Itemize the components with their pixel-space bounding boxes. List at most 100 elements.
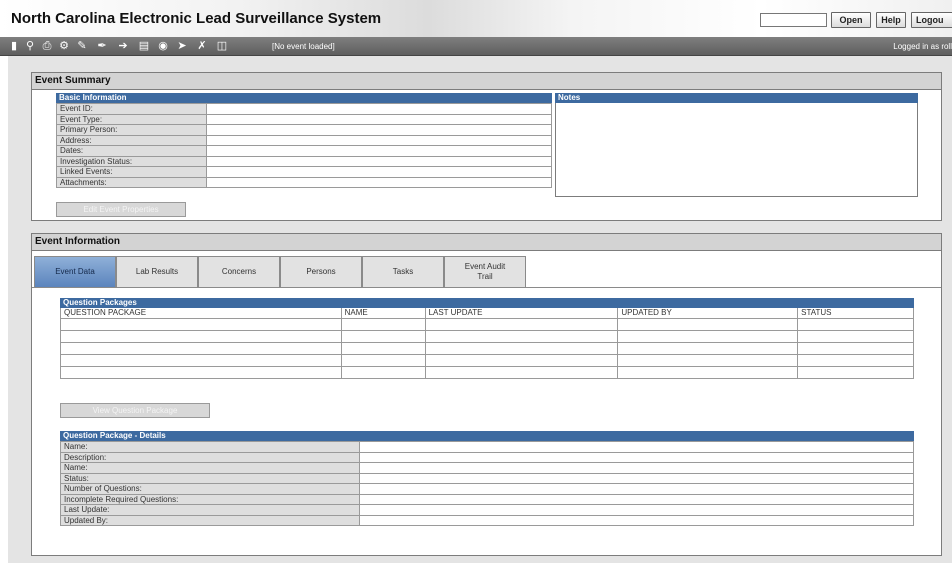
tools-icon[interactable]: ✗ xyxy=(196,40,208,52)
table-cell xyxy=(617,341,799,355)
tab-divider xyxy=(32,287,941,288)
event-id-input[interactable] xyxy=(760,13,827,27)
trash-icon[interactable]: ◫ xyxy=(216,40,228,52)
column-header[interactable]: UPDATED BY xyxy=(617,308,799,319)
event-information-title: Event Information xyxy=(32,234,941,251)
settings-icon[interactable]: ⚙ xyxy=(58,40,70,52)
field-label: Linked Events: xyxy=(56,166,207,178)
field-value xyxy=(206,103,552,115)
field-row: Dates: xyxy=(56,145,552,157)
question-packages-section: Question Packages QUESTION PACKAGE NAME LA… xyxy=(60,298,914,379)
app-header: North Carolina Electronic Lead Surveilla… xyxy=(0,0,952,37)
table-cell xyxy=(797,353,914,367)
table-cell xyxy=(797,341,914,355)
question-package-details-table: Name: Description: Name: Status: Number of Q… xyxy=(60,441,914,526)
field-value xyxy=(206,124,552,136)
field-label: Number of Questions: xyxy=(60,483,360,495)
table-cell xyxy=(60,329,342,343)
field-value xyxy=(359,493,914,505)
notes-section[interactable]: Notes xyxy=(555,93,918,197)
table-cell xyxy=(340,317,426,331)
basic-information-table: Event ID: Event Type: Primary Person: Addre… xyxy=(56,103,552,188)
table-row[interactable] xyxy=(60,329,914,343)
question-package-details-title: Question Package - Details xyxy=(60,431,914,441)
table-cell xyxy=(340,341,426,355)
table-cell xyxy=(60,341,342,355)
table-cell xyxy=(340,353,426,367)
field-row: Incomplete Required Questions: xyxy=(60,493,914,505)
field-value xyxy=(206,134,552,146)
field-row: Name: xyxy=(60,441,914,453)
table-row[interactable] xyxy=(60,341,914,355)
tab-event-audit-trail[interactable]: Event Audit Trail xyxy=(444,256,526,288)
column-header[interactable]: LAST UPDATE xyxy=(424,308,619,319)
edit-icon[interactable]: ✎ xyxy=(76,40,88,52)
toolbar: ▮ ⚲ ⎙ ⚙ ✎ ✒ ➔ ▤ ◉ ➤ ✗ ◫ [No event loaded… xyxy=(0,37,952,56)
field-label: Primary Person: xyxy=(56,124,207,136)
table-row[interactable] xyxy=(60,365,914,379)
arrow-right-icon[interactable]: ➔ xyxy=(117,40,129,52)
field-row: Updated By: xyxy=(60,514,914,526)
open-button[interactable]: Open xyxy=(831,12,871,28)
field-row: Linked Events: xyxy=(56,166,552,178)
tab-tasks[interactable]: Tasks xyxy=(362,256,444,288)
new-document-icon[interactable]: ▮ xyxy=(8,40,20,52)
logout-button[interactable]: Logou xyxy=(911,12,952,28)
notes-title: Notes xyxy=(555,93,918,103)
table-cell xyxy=(617,317,799,331)
field-value xyxy=(359,514,914,526)
table-cell xyxy=(617,329,799,343)
field-label: Name: xyxy=(60,441,360,453)
field-label: Description: xyxy=(60,451,360,463)
lock-icon[interactable]: ◉ xyxy=(157,40,169,52)
field-value xyxy=(359,451,914,463)
field-label: Address: xyxy=(56,134,207,146)
field-label: Event Type: xyxy=(56,113,207,125)
field-value xyxy=(206,155,552,167)
field-row: Event Type: xyxy=(56,113,552,125)
forward-icon[interactable]: ➤ xyxy=(176,40,188,52)
event-summary-title: Event Summary xyxy=(32,73,941,90)
field-value xyxy=(359,441,914,453)
document-icon[interactable]: ▤ xyxy=(138,40,150,52)
table-cell xyxy=(424,317,619,331)
field-value xyxy=(206,166,552,178)
table-header-row: QUESTION PACKAGE NAME LAST UPDATE UPDATED B… xyxy=(60,308,914,319)
table-cell xyxy=(424,365,619,379)
print-icon[interactable]: ⎙ xyxy=(41,40,53,52)
tab-concerns[interactable]: Concerns xyxy=(198,256,280,288)
column-header[interactable]: STATUS xyxy=(797,308,914,319)
column-header[interactable]: QUESTION PACKAGE xyxy=(60,308,342,319)
field-row: Event ID: xyxy=(56,103,552,115)
field-value xyxy=(206,145,552,157)
table-row[interactable] xyxy=(60,353,914,367)
table-cell xyxy=(60,365,342,379)
table-cell xyxy=(617,353,799,367)
table-cell xyxy=(617,365,799,379)
help-button[interactable]: Help xyxy=(876,12,906,28)
field-row: Number of Questions: xyxy=(60,483,914,495)
tab-lab-results[interactable]: Lab Results xyxy=(116,256,198,288)
field-row: Name: xyxy=(60,462,914,474)
basic-information-section: Basic Information Event ID: Event Type: Pr… xyxy=(56,93,552,188)
table-row[interactable] xyxy=(60,317,914,331)
view-question-package-button[interactable]: View Question Package xyxy=(60,403,210,418)
table-cell xyxy=(797,317,914,331)
tab-event-data[interactable]: Event Data xyxy=(34,256,116,288)
event-summary-panel: Event Summary Basic Information Event ID… xyxy=(31,72,942,221)
column-header[interactable]: NAME xyxy=(340,308,426,319)
edit-event-properties-button[interactable]: Edit Event Properties xyxy=(56,202,186,217)
field-value xyxy=(359,462,914,474)
field-value xyxy=(359,483,914,495)
search-icon[interactable]: ⚲ xyxy=(24,40,36,52)
field-label: Dates: xyxy=(56,145,207,157)
table-cell xyxy=(60,353,342,367)
tab-persons[interactable]: Persons xyxy=(280,256,362,288)
logged-in-user: Logged in as roll xyxy=(893,42,952,51)
field-label: Investigation Status: xyxy=(56,155,207,167)
signature-icon[interactable]: ✒ xyxy=(96,40,108,52)
basic-information-title: Basic Information xyxy=(56,93,552,103)
table-cell xyxy=(340,365,426,379)
question-packages-table: QUESTION PACKAGE NAME LAST UPDATE UPDATED B… xyxy=(60,308,914,379)
field-label: Status: xyxy=(60,472,360,484)
